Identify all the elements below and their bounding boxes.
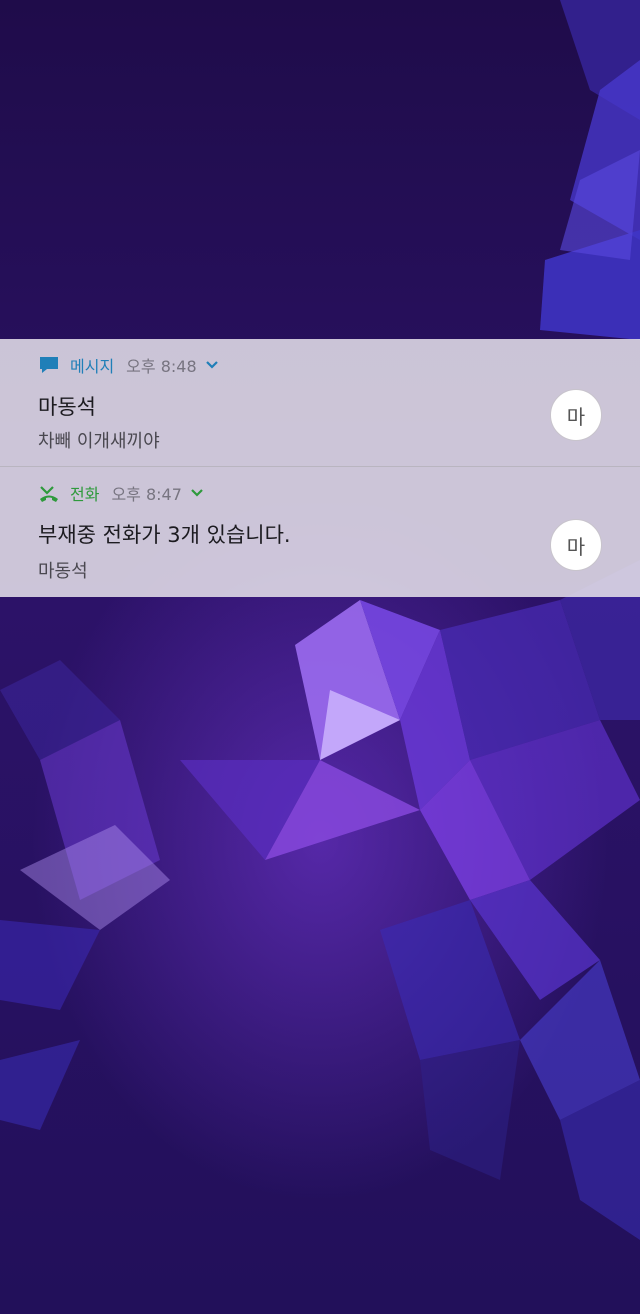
app-name: 전화 (70, 485, 100, 504)
notification-title: 부재중 전화가 3개 있습니다. (38, 523, 291, 547)
lock-screen: 메시지 오후 8:48 마동석 차빼 이개새끼야 마 전화 오후 8:47 부재… (0, 0, 640, 1314)
missed-call-notification[interactable]: 전화 오후 8:47 부재중 전화가 3개 있습니다. 마동석 마 (0, 467, 640, 597)
galaxy-wallpaper (0, 0, 640, 1314)
contact-avatar[interactable]: 마 (550, 519, 602, 571)
missed-call-icon (40, 486, 58, 502)
notification-time: 오후 8:48 (126, 357, 197, 376)
chevron-down-icon[interactable] (205, 360, 219, 370)
notification-title: 마동석 (38, 395, 96, 419)
notification-body: 차빼 이개새끼야 (38, 431, 160, 452)
notification-body: 마동석 (38, 561, 88, 582)
contact-avatar[interactable]: 마 (550, 389, 602, 441)
chevron-down-icon[interactable] (190, 488, 204, 498)
message-notification[interactable]: 메시지 오후 8:48 마동석 차빼 이개새끼야 마 (0, 339, 640, 466)
notification-time: 오후 8:47 (111, 485, 182, 504)
notification-header: 메시지 오후 8:48 (38, 353, 219, 377)
notification-panel: 메시지 오후 8:48 마동석 차빼 이개새끼야 마 전화 오후 8:47 부재… (0, 339, 640, 597)
message-bubble-icon (40, 357, 58, 373)
app-name: 메시지 (70, 357, 115, 376)
notification-header: 전화 오후 8:47 (38, 481, 204, 505)
